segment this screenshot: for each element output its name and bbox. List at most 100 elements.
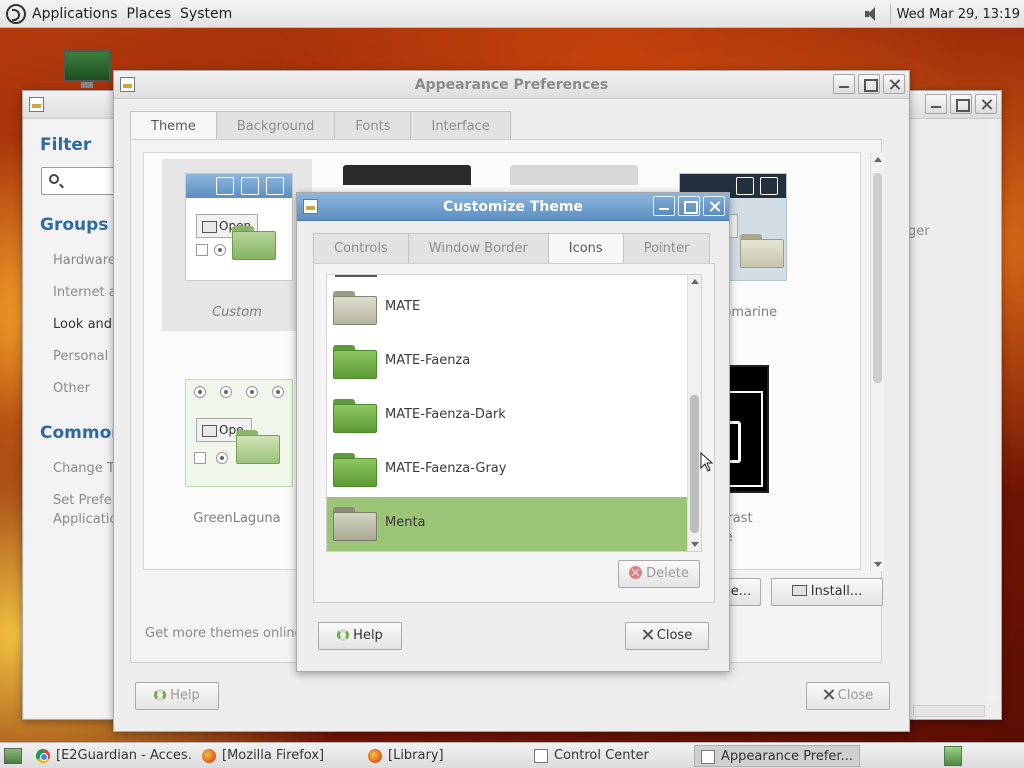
scroll-down-icon[interactable]	[691, 542, 699, 547]
maximize-icon[interactable]	[858, 74, 880, 94]
volume-icon[interactable]	[864, 6, 880, 22]
monitor-stand	[81, 82, 93, 88]
theme-item-greenlaguna[interactable]: Ope GreenLaguna	[162, 365, 312, 537]
icon-theme-label: MATE	[385, 299, 421, 314]
thumb-close-icon	[760, 177, 778, 195]
tab-pointer[interactable]: Pointer	[622, 233, 711, 263]
icon-list-vscrollbar[interactable]	[687, 275, 701, 551]
group-item-internet[interactable]: Internet a	[53, 285, 117, 300]
thumb-checkbox	[196, 244, 208, 256]
list-item[interactable]: MATE-Faenza-Dark	[327, 389, 689, 443]
panel-tray: Wed Mar 29, 13:19	[864, 0, 1020, 28]
computer-desktop-icon[interactable]	[63, 50, 111, 88]
bottom-taskbar: [E2Guardian - Acces... [Mozilla Firefox]…	[0, 742, 1024, 768]
group-item-other[interactable]: Other	[53, 381, 90, 396]
common-item-applications[interactable]: Applicatio	[53, 512, 117, 527]
theme-grid-scroll-thumb[interactable]	[873, 173, 882, 383]
menu-applications[interactable]: Applications	[32, 6, 118, 22]
group-item-personal[interactable]: Personal	[53, 349, 108, 364]
thumb-radio	[214, 244, 226, 256]
scroll-up-icon[interactable]	[874, 157, 882, 162]
icon-theme-list: MATE MATE-Faenza MATE-Faenza-Dark MATE-F…	[326, 274, 702, 552]
icon-theme-label: MATE-Faenza-Dark	[385, 407, 506, 422]
tab-window-border[interactable]: Window Border	[407, 233, 549, 263]
theme-label: Custom	[212, 305, 262, 320]
task-appearance-preferences[interactable]: Appearance Prefer...	[694, 744, 860, 767]
task-control-center[interactable]: Control Center	[528, 745, 690, 767]
customize-theme-tabbar: Controls Window Border Icons Pointer	[313, 233, 711, 263]
scroll-up-icon[interactable]	[691, 279, 699, 284]
icon-theme-label: Menta	[385, 515, 426, 530]
tab-icons[interactable]: Icons	[547, 233, 624, 263]
theme-item-custom[interactable]: Open Custom	[162, 159, 312, 331]
list-item[interactable]: MATE-Faenza-Gray	[327, 443, 689, 497]
filter-heading: Filter	[40, 135, 92, 155]
help-button[interactable]: Help	[135, 682, 219, 710]
show-desktop-icon[interactable]	[4, 747, 22, 764]
firefox-icon	[368, 748, 382, 763]
control-center-hscrollbar[interactable]	[913, 705, 985, 717]
clipped-folder-icon	[335, 275, 377, 277]
maximize-icon[interactable]	[950, 94, 972, 114]
tab-controls[interactable]: Controls	[313, 233, 409, 263]
list-item[interactable]: MATE	[327, 281, 689, 335]
tab-theme[interactable]: Theme	[130, 111, 217, 141]
monitor-icon	[63, 50, 111, 82]
icon-list-scroll-thumb[interactable]	[690, 395, 699, 533]
list-item[interactable]: MATE-Faenza	[327, 335, 689, 389]
minimize-icon[interactable]	[925, 94, 947, 114]
theme-thumbnail-dark[interactable]	[343, 165, 471, 185]
control-center-sidebar	[24, 119, 116, 718]
tab-fonts[interactable]: Fonts	[334, 111, 412, 141]
menu-places[interactable]: Places	[127, 6, 172, 22]
common-item-set-preferred[interactable]: Set Prefer	[53, 493, 117, 508]
delete-button[interactable]: Delete	[618, 560, 700, 588]
common-heading: Common	[40, 423, 124, 443]
close-button[interactable]: Close	[625, 622, 709, 650]
customize-theme-titlebar[interactable]: Customize Theme	[297, 193, 729, 221]
mouse-pointer-icon	[700, 452, 714, 472]
menu-system[interactable]: System	[180, 6, 232, 22]
control-center-right-text: ger	[908, 224, 930, 239]
icons-tab-panel: MATE MATE-Faenza MATE-Faenza-Dark MATE-F…	[313, 263, 715, 603]
task-e2guardian[interactable]: [E2Guardian - Acces...	[30, 745, 192, 767]
install-button[interactable]: Install...	[771, 578, 883, 606]
mate-logo-icon[interactable]	[6, 3, 26, 24]
minimize-icon[interactable]	[653, 196, 675, 216]
control-center-vscrollbar[interactable]	[985, 119, 999, 703]
maximize-icon[interactable]	[678, 196, 700, 216]
icon-theme-label: MATE-Faenza-Gray	[385, 461, 507, 476]
task-mozilla-firefox[interactable]: [Mozilla Firefox]	[196, 745, 358, 767]
folder-small-icon	[791, 585, 807, 596]
folder-icon	[232, 226, 276, 260]
folder-icon	[333, 507, 377, 541]
thumb-radio	[272, 386, 284, 398]
tab-interface[interactable]: Interface	[410, 111, 511, 141]
close-icon[interactable]	[703, 196, 725, 216]
thumb-close-icon	[266, 177, 284, 195]
theme-thumbnail-light[interactable]	[510, 165, 638, 185]
tab-background[interactable]: Background	[215, 111, 336, 141]
task-library[interactable]: [Library]	[362, 745, 524, 767]
get-more-themes-link[interactable]: Get more themes online	[145, 626, 303, 641]
group-item-hardware[interactable]: Hardware	[53, 253, 116, 268]
customize-theme-dialog: Customize Theme Controls Window Border I…	[296, 192, 730, 672]
close-button[interactable]: Close	[806, 682, 890, 710]
chrome-icon	[36, 748, 50, 763]
workspace-switcher[interactable]	[944, 746, 962, 766]
close-icon[interactable]	[883, 74, 905, 94]
minimize-icon[interactable]	[833, 74, 855, 94]
close-icon[interactable]	[975, 94, 997, 114]
appearance-titlebar[interactable]: Appearance Preferences	[114, 71, 909, 99]
folder-icon	[333, 345, 377, 379]
help-button[interactable]: Help	[318, 622, 402, 650]
thumb-radio	[220, 386, 232, 398]
scroll-down-icon[interactable]	[874, 562, 882, 567]
thumb-minimize-icon	[736, 177, 754, 195]
theme-grid-vscrollbar[interactable]	[870, 153, 884, 571]
top-panel: Applications Places System Wed Mar 29, 1…	[0, 0, 1024, 28]
clock[interactable]: Wed Mar 29, 13:19	[897, 7, 1020, 22]
list-item-selected[interactable]: Menta	[327, 497, 689, 551]
panel-separator	[889, 4, 891, 24]
filter-search-input[interactable]	[41, 167, 121, 195]
